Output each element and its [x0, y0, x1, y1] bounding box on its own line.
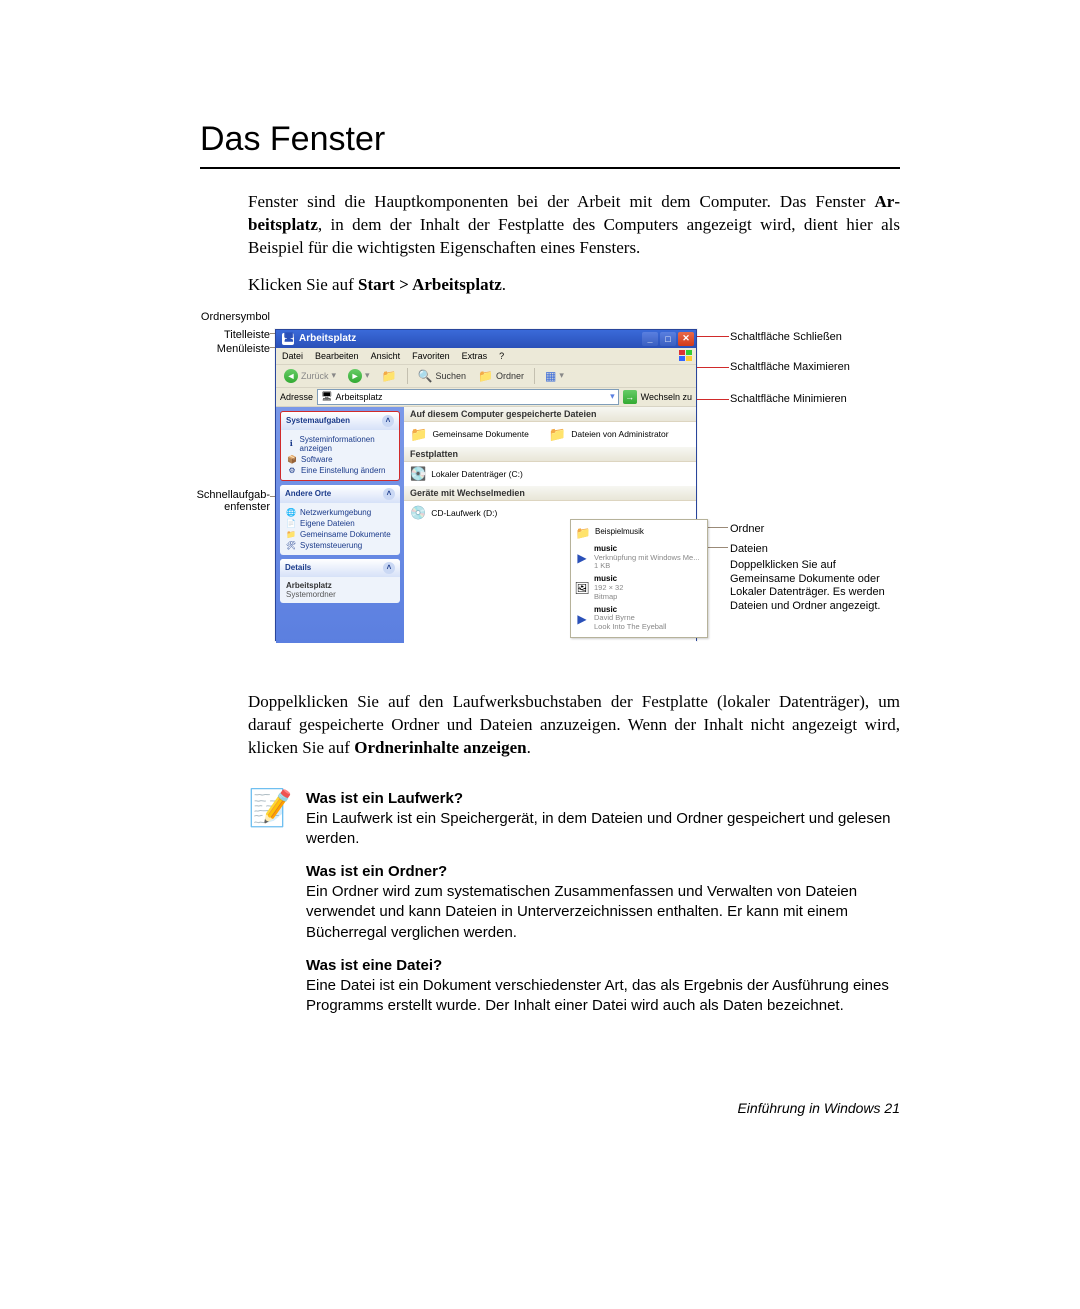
sidebar-tasks-pane: Systemaufgaben˄ ℹSysteminformationen anz… — [276, 407, 404, 643]
address-field[interactable]: 🖥 Arbeitsplatz ▾ — [317, 389, 619, 405]
section-drives-head: Festplatten — [404, 447, 696, 462]
menu-ansicht[interactable]: Ansicht — [371, 351, 401, 361]
views-button[interactable]: ▦ ▾ — [541, 368, 568, 384]
details-title: Arbeitsplatz — [286, 581, 394, 590]
side-head-tasks[interactable]: Systemaufgaben˄ — [281, 412, 399, 430]
address-label: Adresse — [280, 392, 313, 402]
side-item-software[interactable]: 📦Software — [287, 454, 393, 465]
popup-bitmap[interactable]: 🖼 music192 × 32Bitmap — [574, 573, 704, 603]
label-btn-min: Schaltfläche Minimieren — [730, 393, 850, 405]
popup-audio[interactable]: ▶ musicDavid ByrneLook Into The Eyeball — [574, 604, 704, 634]
label-ordner: Ordner — [730, 523, 764, 535]
windows-logo-icon — [678, 350, 692, 362]
item-drive-c[interactable]: 💽Lokaler Datenträger (C:) — [410, 466, 523, 482]
intro-paragraph: Fenster sind die Hauptkomponenten bei de… — [248, 191, 900, 260]
window-diagram: Ordnersymbol Titelleiste Menüleiste Schn… — [170, 311, 910, 671]
q-datei: Was ist eine Datei? — [306, 957, 900, 974]
doubleclick-paragraph: Doppelklicken Sie auf den Laufwerksbuchs… — [248, 691, 900, 760]
folders-button[interactable]: 📁Ordner — [474, 368, 528, 384]
label-dateien-desc: Doppelklicken Sie auf Gemeinsame Doku­me… — [730, 559, 890, 614]
files-popup: 📁 Beispielmusik ▶ musicVerknüpfung mit W… — [570, 519, 708, 638]
close-button[interactable]: ✕ — [678, 332, 694, 346]
menu-help[interactable]: ? — [499, 351, 504, 361]
a-ordner: Ein Ordner wird zum systematischen Zusam… — [306, 882, 900, 943]
side-item-mydocs[interactable]: 📄Eigene Dateien — [286, 518, 394, 529]
window-title: Arbeitsplatz — [299, 333, 356, 344]
forward-button[interactable]: ► ▾ — [344, 368, 374, 384]
menu-bearbeiten[interactable]: Bearbeiten — [315, 351, 359, 361]
menu-extras[interactable]: Extras — [462, 351, 488, 361]
menu-datei[interactable]: Datei — [282, 351, 303, 361]
go-label: Wechseln zu — [641, 392, 692, 402]
back-button[interactable]: ◄Zurück ▾ — [280, 368, 340, 384]
side-item-controlpanel[interactable]: 🛠Systemsteuerung — [286, 540, 394, 551]
a-laufwerk: Ein Laufwerk ist ein Speichergerät, in d… — [306, 809, 900, 850]
note-icon: 📝 — [248, 790, 292, 1031]
heading-rule — [200, 167, 900, 169]
label-titelleiste: Titelleiste — [224, 329, 270, 341]
go-button[interactable]: → — [623, 390, 637, 404]
side-item-settings[interactable]: ⚙Eine Einstellung ändern — [287, 465, 393, 476]
side-item-shareddocs[interactable]: 📁Gemeinsame Dokumente — [286, 529, 394, 540]
section-removable-head: Geräte mit Wechselmedien — [404, 486, 696, 501]
title-bar[interactable]: Arbeitsplatz _ □ ✕ — [276, 330, 696, 348]
q-ordner: Was ist ein Ordner? — [306, 863, 900, 880]
click-instruction: Klicken Sie auf Start > Arbeitsplatz. — [248, 274, 900, 297]
side-item-sysinfo[interactable]: ℹSysteminformationen anzeigen — [287, 434, 393, 454]
label-btn-max: Schaltfläche Maximieren — [730, 361, 850, 373]
page-heading: Das Fenster — [200, 120, 900, 159]
item-admin-docs[interactable]: 📁Dateien von Administrator — [549, 426, 669, 443]
toolbar: ◄Zurück ▾ ► ▾ 📁 🔍Suchen 📁Ordner ▦ ▾ — [276, 365, 696, 388]
label-menueleiste: Menüleiste — [217, 343, 270, 355]
item-shared-docs[interactable]: 📁Gemeinsame Dokumente — [410, 426, 529, 443]
label-schnellaufgaben: Schnellaufgab­enfenster — [175, 489, 270, 513]
side-item-network[interactable]: 🌐Netzwerkumgebung — [286, 507, 394, 518]
page-footer: Einführung in Windows 21 — [200, 1100, 900, 1116]
details-sub: Systemordner — [286, 590, 394, 599]
up-button[interactable]: 📁 — [378, 368, 401, 384]
info-box: 📝 Was ist ein Laufwerk? Ein Laufwerk ist… — [248, 790, 900, 1031]
search-button[interactable]: 🔍Suchen — [414, 368, 470, 384]
my-computer-icon — [282, 333, 294, 345]
item-cd-d[interactable]: 💿CD-Laufwerk (D:) — [410, 505, 497, 521]
side-head-details[interactable]: Details˄ — [280, 559, 400, 577]
menu-bar: Datei Bearbeiten Ansicht Favoriten Extra… — [276, 348, 696, 365]
label-btn-close: Schaltfläche Schließen — [730, 331, 850, 343]
popup-shortcut[interactable]: ▶ musicVerknüpfung mit Windows Me...1 KB — [574, 543, 704, 573]
maximize-button[interactable]: □ — [660, 332, 676, 346]
label-ordnersymbol: Ordnersymbol — [201, 311, 270, 323]
minimize-button[interactable]: _ — [642, 332, 658, 346]
side-head-other[interactable]: Andere Orte˄ — [280, 485, 400, 503]
section-stored-head: Auf diesem Computer gespeicherte Dateien — [404, 407, 696, 422]
a-datei: Eine Datei ist ein Dokument verschiedens… — [306, 976, 900, 1017]
popup-folder[interactable]: 📁 Beispielmusik — [574, 523, 704, 543]
q-laufwerk: Was ist ein Laufwerk? — [306, 790, 900, 807]
label-dateien: Dateien — [730, 543, 768, 555]
menu-favoriten[interactable]: Favoriten — [412, 351, 450, 361]
address-bar: Adresse 🖥 Arbeitsplatz ▾ → Wechseln zu — [276, 388, 696, 407]
